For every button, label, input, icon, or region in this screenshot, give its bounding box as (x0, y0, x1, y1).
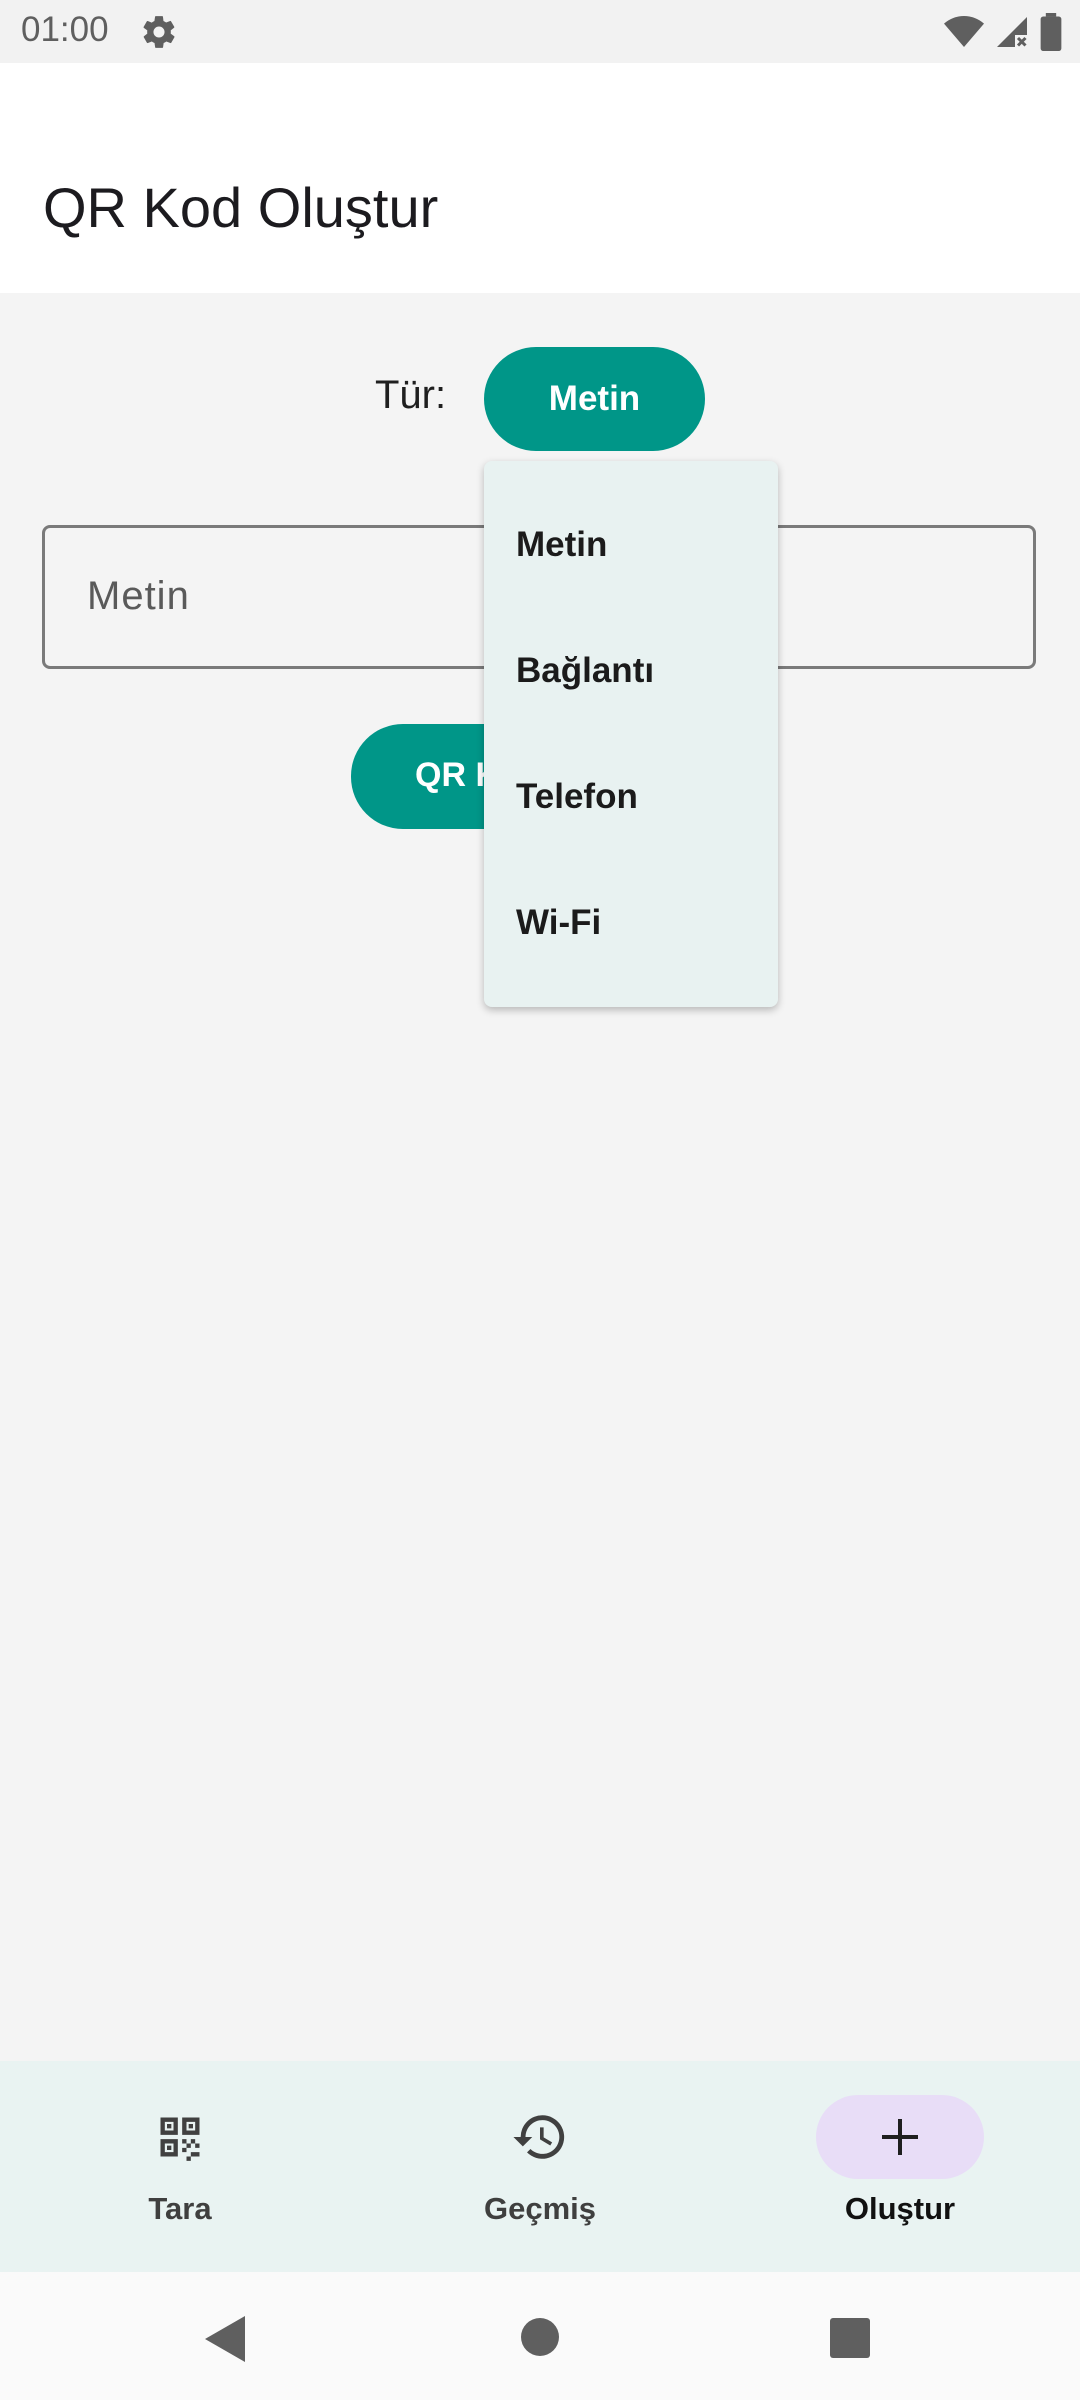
dropdown-item-telefon[interactable]: Telefon (516, 777, 638, 817)
nav-icon-container (96, 2095, 264, 2179)
status-bar: 01:00 (0, 0, 1080, 63)
wifi-icon (944, 16, 984, 47)
dropdown-item-baglanti[interactable]: Bağlantı (516, 651, 654, 691)
status-time: 01:00 (21, 10, 109, 49)
nav-label-tara: Tara (148, 2191, 212, 2226)
plus-icon (882, 2119, 918, 2155)
page-title: QR Kod Oluştur (43, 176, 439, 239)
content-input-placeholder: Metin (87, 574, 190, 618)
recents-icon[interactable] (830, 2318, 870, 2358)
nav-label-gecmis: Geçmiş (483, 2191, 596, 2226)
nav-item-tara[interactable]: Tara (0, 2061, 360, 2272)
status-icons (944, 12, 1062, 52)
dropdown-item-metin[interactable]: Metin (516, 525, 607, 565)
type-dropdown-button[interactable]: Metin (484, 347, 705, 451)
settings-gear-icon (143, 16, 175, 48)
back-icon[interactable] (205, 2316, 247, 2362)
home-icon[interactable] (521, 2318, 559, 2356)
bottom-nav: Tara Geçmiş Oluştur (0, 2061, 1080, 2272)
nav-label-olustur: Oluştur (844, 2191, 956, 2226)
history-icon (513, 2115, 565, 2159)
dropdown-item-wifi[interactable]: Wi-Fi (516, 903, 601, 943)
nav-active-indicator (816, 2095, 984, 2179)
nav-item-olustur[interactable]: Oluştur (720, 2061, 1080, 2272)
type-label: Tür: (375, 373, 447, 417)
nav-icon-container (456, 2095, 624, 2179)
type-dropdown-menu: Metin Bağlantı Telefon Wi-Fi (484, 461, 778, 1007)
nav-item-gecmis[interactable]: Geçmiş (360, 2061, 720, 2272)
signal-no-service-icon (997, 17, 1027, 47)
system-nav-bar (0, 2272, 1080, 2400)
battery-icon (1040, 13, 1062, 51)
qr-code-icon (160, 2117, 200, 2161)
